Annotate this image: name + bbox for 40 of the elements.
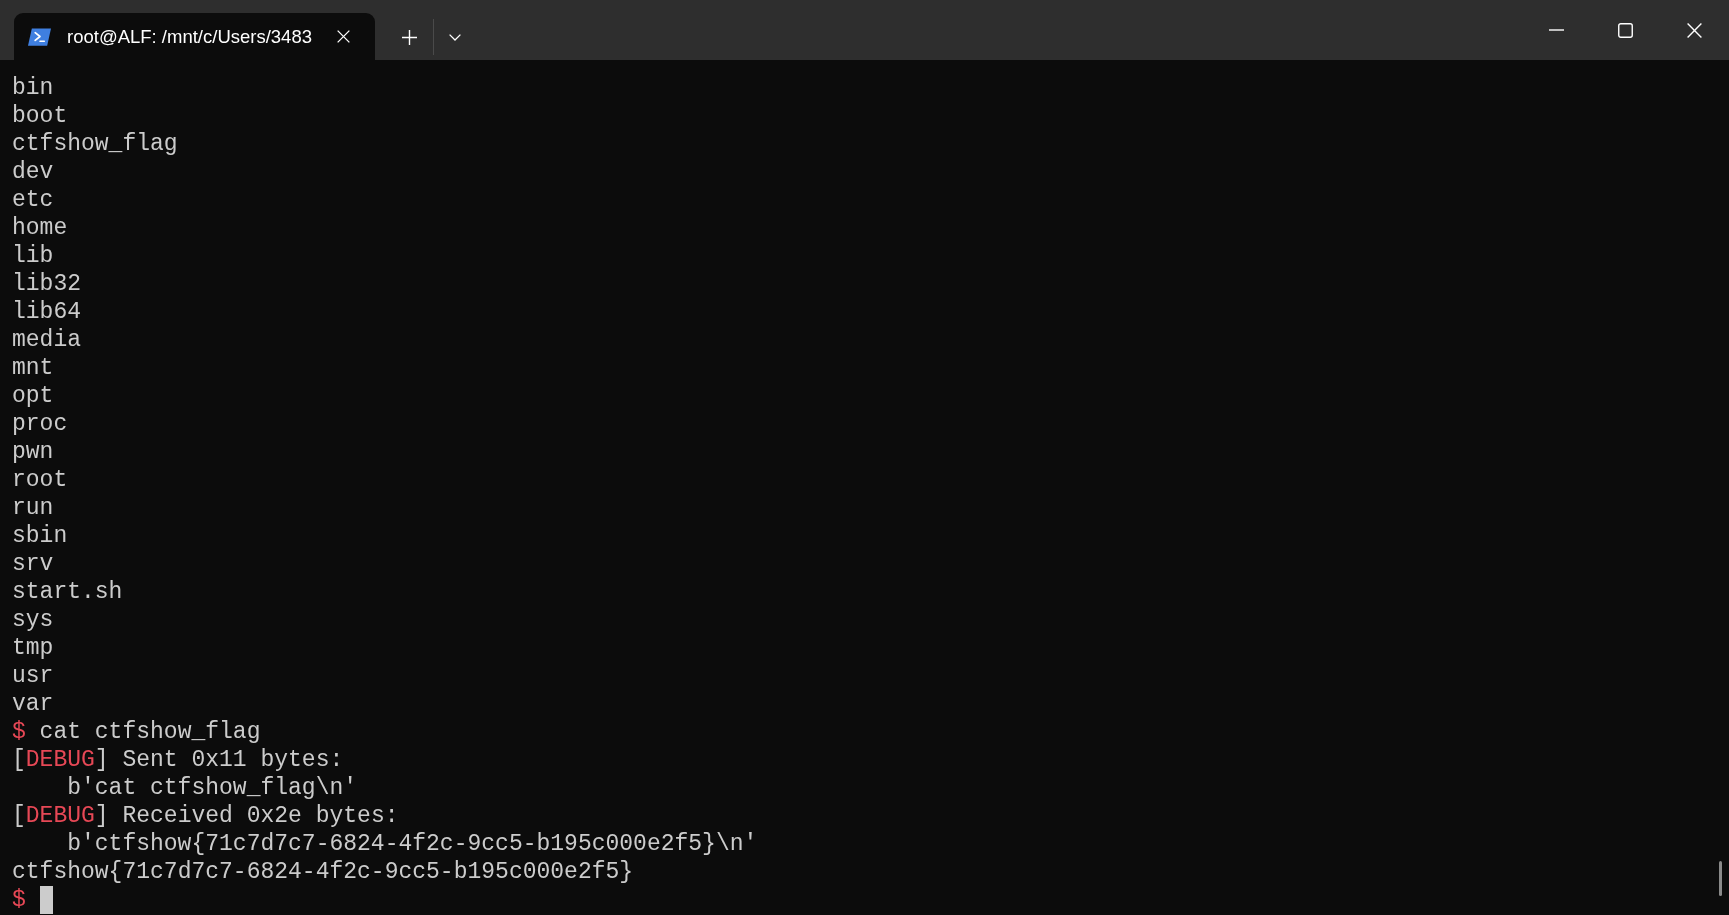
output-line: mnt bbox=[12, 354, 54, 382]
close-icon bbox=[1687, 22, 1702, 38]
output-line: tmp bbox=[12, 634, 54, 662]
prompt-symbol: $ bbox=[12, 718, 26, 746]
output-line: b'ctfshow{71c7d7c7-6824-4f2c-9cc5-b195c000e2f5}\n' bbox=[67, 830, 758, 858]
output-line: ctfshow_flag bbox=[12, 130, 178, 158]
prompt-symbol: $ bbox=[12, 886, 26, 914]
tab[interactable]: root@ALF: /mnt/c/Users/3483 bbox=[14, 13, 375, 60]
output-line: usr bbox=[12, 662, 54, 690]
close-icon bbox=[336, 30, 350, 43]
output-line: etc bbox=[12, 186, 54, 214]
output-line: lib32 bbox=[12, 270, 81, 298]
output-line: media bbox=[12, 326, 81, 354]
output-line: var bbox=[12, 690, 54, 718]
output-line: lib64 bbox=[12, 298, 81, 326]
maximize-icon bbox=[1618, 22, 1633, 38]
debug-line: [DEBUG] Received 0x2e bytes: bbox=[12, 802, 399, 830]
scrollbar-thumb[interactable] bbox=[1719, 861, 1722, 896]
chevron-down-icon bbox=[449, 33, 461, 41]
output-line: sys bbox=[12, 606, 54, 634]
output-line: proc bbox=[12, 410, 68, 438]
output-line: sbin bbox=[12, 522, 68, 550]
output-line: pwn bbox=[12, 438, 54, 466]
plus-icon bbox=[401, 29, 417, 45]
output-line: dev bbox=[12, 158, 54, 186]
output-line: b'cat ctfshow_flag\n' bbox=[67, 774, 358, 802]
terminal-icon bbox=[28, 27, 51, 46]
output-line: ctfshow{71c7d7c7-6824-4f2c-9cc5-b195c000e2f5} bbox=[12, 858, 634, 886]
command-text: cat ctfshow_flag bbox=[39, 718, 261, 746]
output-line: run bbox=[12, 494, 54, 522]
output-line: bin bbox=[12, 74, 54, 102]
output-line: root bbox=[12, 466, 68, 494]
output-line: opt bbox=[12, 382, 54, 410]
output-line: boot bbox=[12, 102, 68, 130]
output-line: srv bbox=[12, 550, 54, 578]
minimize-icon bbox=[1549, 29, 1564, 31]
output-line: start.sh bbox=[12, 578, 123, 606]
output-line: lib bbox=[12, 242, 54, 270]
output-line: home bbox=[12, 214, 68, 242]
debug-line: [DEBUG] Sent 0x11 bytes: bbox=[12, 746, 344, 774]
